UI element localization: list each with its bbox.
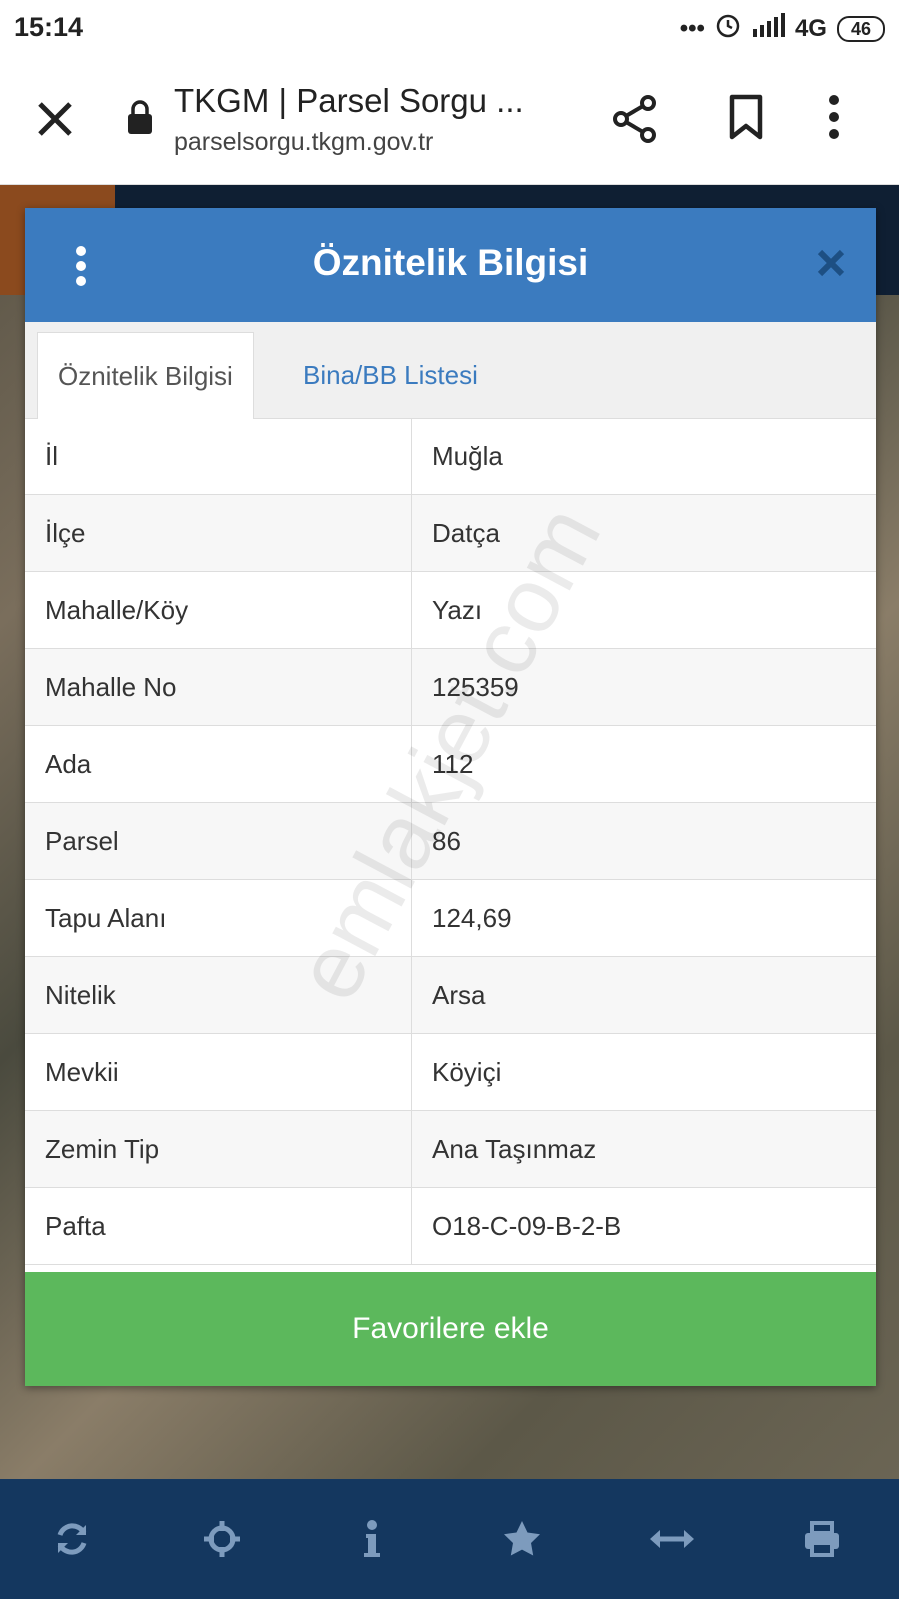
row-key: Mahalle/Köy bbox=[25, 571, 412, 649]
attribute-table: İl Muğla İlçe Datça Mahalle/Köy Yazı Mahall… bbox=[25, 418, 876, 1265]
row-value: Köyiçi bbox=[411, 1033, 876, 1111]
measure-button[interactable] bbox=[642, 1509, 702, 1569]
table-row: Mahalle No 125359 bbox=[25, 648, 876, 726]
table-row: İlçe Datça bbox=[25, 494, 876, 572]
tab-bar: Öznitelik Bilgisi Bina/BB Listesi bbox=[25, 322, 876, 419]
tab-attribute-info[interactable]: Öznitelik Bilgisi bbox=[37, 332, 254, 419]
dialog-title: Öznitelik Bilgisi bbox=[312, 242, 589, 283]
row-key: Pafta bbox=[25, 1187, 412, 1265]
close-icon bbox=[38, 102, 72, 136]
row-value: O18-C-09-B-2-B bbox=[411, 1187, 876, 1265]
network-type: 4G bbox=[794, 14, 827, 42]
locate-icon bbox=[204, 1521, 240, 1557]
print-button[interactable] bbox=[792, 1509, 852, 1569]
row-key: Nitelik bbox=[25, 956, 412, 1034]
more-vert-icon bbox=[829, 95, 839, 139]
table-row: Ada 112 bbox=[25, 725, 876, 803]
close-tab-button[interactable] bbox=[30, 94, 80, 144]
add-to-favorites-button[interactable]: Favorilere ekle bbox=[25, 1272, 876, 1386]
favorites-button[interactable] bbox=[492, 1509, 552, 1569]
star-icon bbox=[504, 1521, 540, 1556]
tab-building-list[interactable]: Bina/BB Listesi bbox=[283, 332, 498, 418]
status-time: 15:14 bbox=[14, 12, 84, 42]
browser-bar: TKGM | Parsel Sorgu ... parselsorgu.tkgm… bbox=[0, 56, 899, 185]
row-key: Mahalle No bbox=[25, 648, 412, 726]
print-icon bbox=[805, 1521, 839, 1557]
row-value: 112 bbox=[411, 725, 876, 803]
battery-indicator: 46 bbox=[836, 15, 885, 42]
share-icon bbox=[613, 95, 656, 143]
share-button[interactable] bbox=[612, 94, 658, 149]
table-row: Parsel 86 bbox=[25, 802, 876, 880]
signal-icon bbox=[751, 13, 785, 44]
table-row: Mahalle/Köy Yazı bbox=[25, 571, 876, 649]
page-title: TKGM | Parsel Sorgu ... bbox=[174, 82, 524, 119]
status-bar: 15:14 ••• 4G 46 bbox=[0, 0, 899, 56]
alarm-icon bbox=[715, 12, 741, 45]
bottom-toolbar bbox=[0, 1479, 899, 1599]
dialog-header: Öznitelik Bilgisi bbox=[25, 208, 876, 322]
row-key: Zemin Tip bbox=[25, 1110, 412, 1188]
locate-button[interactable] bbox=[192, 1509, 252, 1569]
row-value: 124,69 bbox=[411, 879, 876, 957]
row-key: Tapu Alanı bbox=[25, 879, 412, 957]
status-icons: ••• 4G 46 bbox=[680, 12, 885, 45]
row-value: Datça bbox=[411, 494, 876, 572]
row-value: Ana Taşınmaz bbox=[411, 1110, 876, 1188]
row-key: Ada bbox=[25, 725, 412, 803]
row-key: Parsel bbox=[25, 802, 412, 880]
browser-menu-button[interactable] bbox=[826, 94, 842, 145]
row-key: İl bbox=[25, 418, 412, 495]
table-row: Nitelik Arsa bbox=[25, 956, 876, 1034]
close-icon bbox=[817, 249, 845, 277]
row-value: 125359 bbox=[411, 648, 876, 726]
row-value: Arsa bbox=[411, 956, 876, 1034]
measure-icon bbox=[650, 1530, 694, 1548]
row-key: Mevkii bbox=[25, 1033, 412, 1111]
bookmark-button[interactable] bbox=[728, 94, 764, 145]
table-row: İl Muğla bbox=[25, 418, 876, 495]
table-row: Zemin Tip Ana Taşınmaz bbox=[25, 1110, 876, 1188]
table-row: Pafta O18-C-09-B-2-B bbox=[25, 1187, 876, 1265]
page-url[interactable]: parselsorgu.tkgm.gov.tr bbox=[174, 128, 433, 157]
row-value: Yazı bbox=[411, 571, 876, 649]
row-key: İlçe bbox=[25, 494, 412, 572]
lock-icon bbox=[126, 100, 154, 139]
info-button[interactable] bbox=[342, 1509, 402, 1569]
row-value: Muğla bbox=[411, 418, 876, 495]
info-icon bbox=[364, 1520, 380, 1557]
more-notifications-icon: ••• bbox=[679, 14, 705, 42]
table-row: Mevkii Köyiçi bbox=[25, 1033, 876, 1111]
attribute-dialog: Öznitelik Bilgisi Öznitelik Bilgisi Bina… bbox=[25, 208, 876, 1386]
refresh-icon bbox=[57, 1523, 87, 1555]
bookmark-icon bbox=[729, 94, 763, 140]
dialog-close-button[interactable] bbox=[816, 248, 846, 284]
refresh-button[interactable] bbox=[42, 1509, 102, 1569]
row-value: 86 bbox=[411, 802, 876, 880]
table-row: Tapu Alanı 124,69 bbox=[25, 879, 876, 957]
